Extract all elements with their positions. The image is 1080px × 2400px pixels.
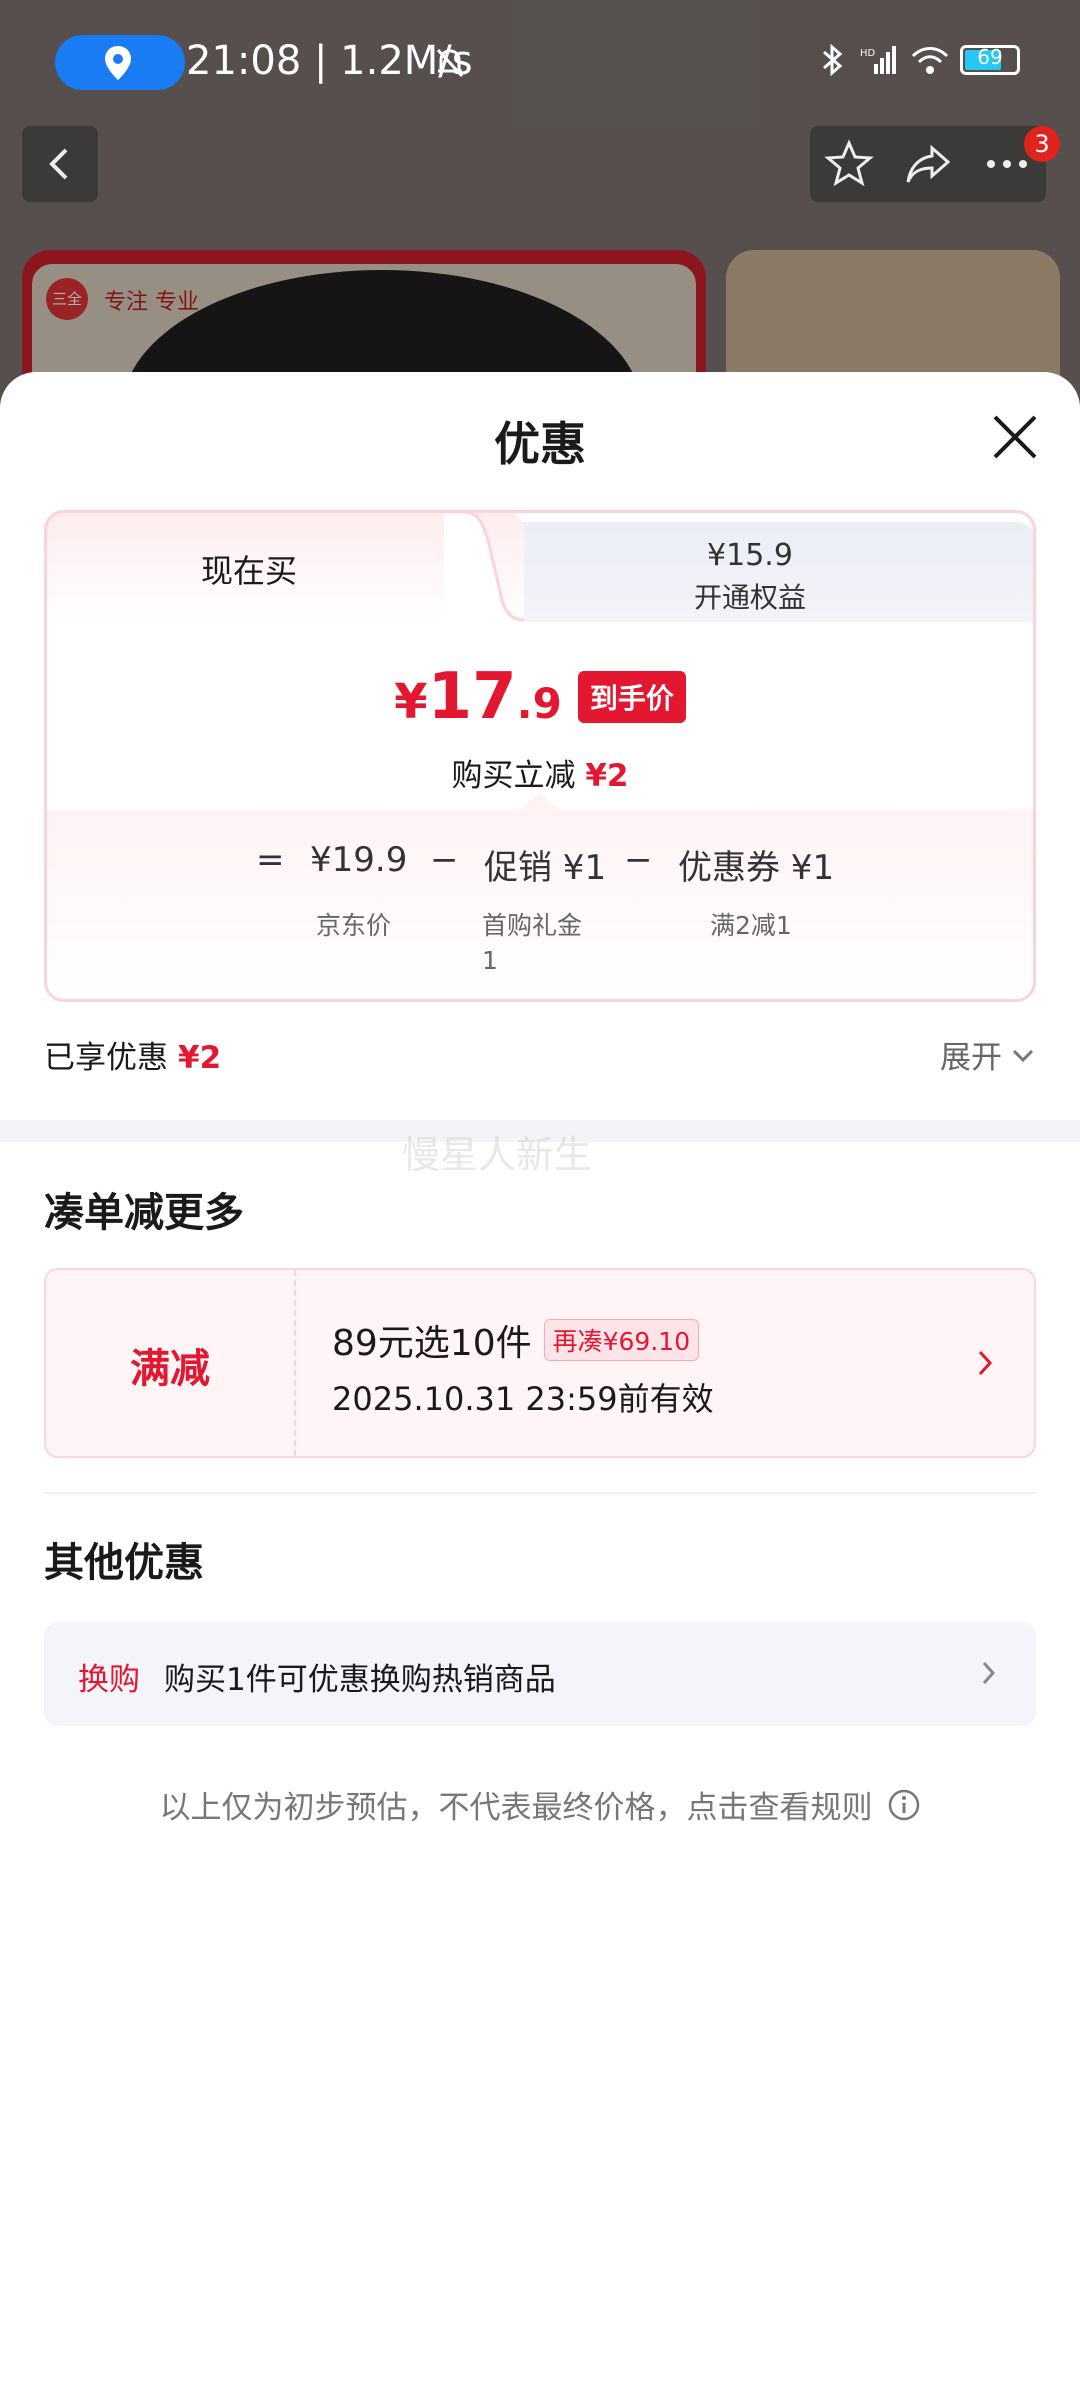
tab-membership-label: 开通权益 <box>693 581 806 614</box>
promo-title-row: 89元选10件 再凑¥69.10 <box>332 1314 700 1366</box>
chevron-right-icon <box>982 1661 996 1685</box>
close-icon <box>993 415 1037 459</box>
enjoyed-amount: ¥2 <box>178 1040 222 1076</box>
back-button[interactable] <box>22 126 98 202</box>
instant-reduce-amount: ¥2 <box>585 758 629 794</box>
chevron-right-icon <box>978 1350 993 1376</box>
svg-text:HD: HD <box>860 48 876 59</box>
rules-note[interactable]: 以上仅为初步预估，不代表最终价格，点击查看规则 <box>0 1782 1080 1827</box>
price-formula: = ¥19.9 − 促销 ¥1 − 优惠券 ¥1 <box>44 840 1036 890</box>
full-reduction-card[interactable]: 满减 89元选10件 再凑¥69.10 2025.10.31 23:59前有效 <box>44 1268 1036 1458</box>
wifi-icon <box>911 47 949 74</box>
price-breakdown-card: ¥15.9 开通权益 现在买 ¥ 17 .9 到手价 购买立减 ¥2 = ¥19… <box>44 510 1036 1002</box>
minus-sign: − <box>624 840 653 880</box>
divider-line <box>44 1492 1036 1494</box>
instant-reduce-label: 购买立减 <box>451 758 576 794</box>
location-icon <box>105 46 131 80</box>
tab-membership[interactable]: ¥15.9 开通权益 <box>464 522 1036 622</box>
promo-remaining-tag: 再凑¥69.10 <box>543 1319 700 1361</box>
instant-reduce: 购买立减 ¥2 <box>44 750 1036 795</box>
mute-bell-icon <box>436 48 464 78</box>
status-bar: 21:08 | 1.2M/s HD 69 <box>0 0 1080 120</box>
promo-amount: 促销 ¥1 <box>484 848 607 888</box>
promo-type-label: 满减 <box>130 1346 210 1392</box>
jd-price-label: 京东价 <box>316 911 392 940</box>
share-icon[interactable] <box>902 138 954 190</box>
swap-offer-row[interactable]: 换购 购买1件可优惠换购热销商品 <box>44 1622 1036 1726</box>
expand-button[interactable]: 展开 <box>940 1032 1036 1077</box>
jd-price: ¥19.9 <box>310 840 408 880</box>
signal-icon: HD <box>860 46 896 74</box>
bluetooth-icon <box>823 44 843 76</box>
notification-badge: 3 <box>1024 126 1060 162</box>
more-section-title: 凑单减更多 <box>44 1190 244 1236</box>
tab-buy-now-label: 现在买 <box>200 552 297 590</box>
final-price: ¥ 17 .9 到手价 <box>44 660 1036 734</box>
promo-label: 首购礼金 <box>482 911 583 940</box>
promo-title: 89元选10件 <box>332 1323 532 1364</box>
equals-sign: = <box>256 840 285 880</box>
promo-label-line2: 1 <box>482 946 498 975</box>
top-action-group <box>810 126 1046 202</box>
coupon-amount: 优惠券 ¥1 <box>678 848 835 888</box>
battery-level: 69 <box>977 45 1003 69</box>
final-price-tag: 到手价 <box>577 671 686 723</box>
price-decimal: .9 <box>516 679 562 728</box>
tab-membership-price: ¥15.9 <box>707 538 793 573</box>
sheet-title: 优惠 <box>494 417 586 471</box>
star-icon[interactable] <box>823 138 875 190</box>
close-button[interactable] <box>990 412 1040 462</box>
swap-text: 购买1件可优惠换购热销商品 <box>164 1662 556 1698</box>
other-section-title: 其他优惠 <box>44 1540 204 1586</box>
battery-icon: 69 <box>960 45 1020 75</box>
coupon-label: 满2减1 <box>710 911 792 940</box>
status-time: 21:08 | 1.2M/s <box>186 38 473 84</box>
minus-sign: − <box>430 840 459 880</box>
discount-sheet: 优惠 ¥15.9 开通权益 现在买 ¥ 17 .9 到手价 购买立减 ¥2 = … <box>0 372 1080 2400</box>
tab-divider <box>444 510 524 622</box>
price-currency: ¥ <box>394 674 428 730</box>
enjoyed-discount: 已享优惠 ¥2 <box>44 1032 221 1077</box>
enjoyed-label: 已享优惠 <box>44 1040 168 1076</box>
chevron-left-icon <box>49 148 68 180</box>
info-icon <box>888 1789 919 1820</box>
promo-type: 满减 <box>46 1270 296 1456</box>
chevron-down-icon <box>1012 1049 1034 1062</box>
swap-tag: 换购 <box>78 1662 140 1698</box>
location-pill <box>55 35 185 90</box>
rules-note-text: 以上仅为初步预估，不代表最终价格，点击查看规则 <box>159 1790 873 1826</box>
watermark: 慢星人新生 <box>402 1133 593 1177</box>
expand-label: 展开 <box>940 1040 1002 1076</box>
promo-valid-date: 2025.10.31 23:59前有效 <box>332 1380 714 1418</box>
price-integer: 17 <box>427 660 517 734</box>
